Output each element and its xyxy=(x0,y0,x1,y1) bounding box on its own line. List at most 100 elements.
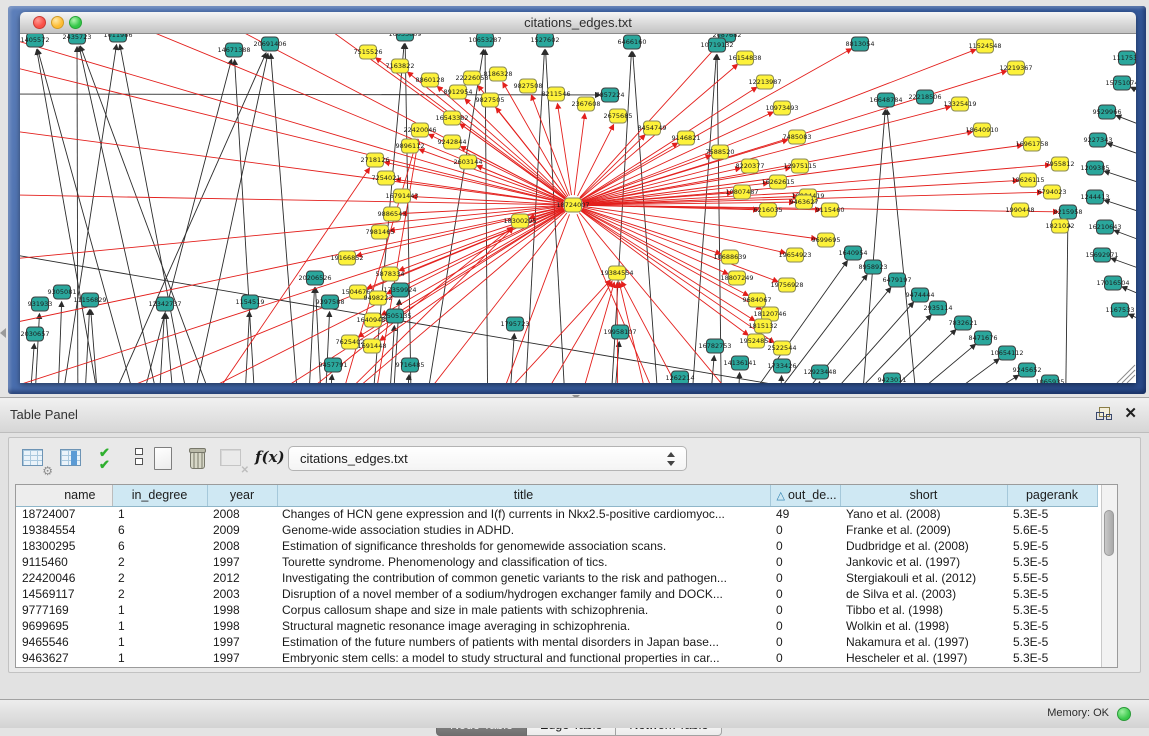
memory-status-indicator[interactable] xyxy=(1117,707,1131,721)
graph-edge[interactable] xyxy=(633,52,662,383)
table-row[interactable]: 1456911722003Disruption of a novel membe… xyxy=(16,586,1097,602)
table-row[interactable]: 2242004622012Investigating the contribut… xyxy=(16,570,1097,586)
column-header-out_de[interactable]: △out_de... xyxy=(770,485,840,506)
graph-edge[interactable] xyxy=(582,49,852,200)
graph-edge[interactable] xyxy=(166,314,178,383)
show-columns-icon[interactable] xyxy=(57,445,87,473)
graph-edge[interactable] xyxy=(419,149,563,201)
table-row[interactable]: 1830029562008Estimation of significance … xyxy=(16,538,1097,554)
graph-edge[interactable] xyxy=(77,47,78,383)
graph-edge[interactable] xyxy=(506,334,514,383)
network-table-selector[interactable]: citations_edges.txt xyxy=(288,446,687,471)
graph-node-label: 5878334 xyxy=(376,270,405,278)
graph-edge[interactable] xyxy=(1116,116,1136,140)
column-header-short[interactable]: short xyxy=(840,485,1007,506)
graph-edge[interactable] xyxy=(580,42,721,197)
table-row[interactable]: 946362711997Embryonic stem cells: a mode… xyxy=(16,650,1097,666)
column-header-name[interactable]: name xyxy=(16,485,112,506)
graph-edge[interactable] xyxy=(582,209,728,274)
column-header-title[interactable]: title xyxy=(277,485,770,506)
table-panel-titlebar[interactable]: Table Panel ✕ xyxy=(0,397,1149,433)
float-panel-icon[interactable] xyxy=(1096,407,1111,421)
graph-node-label: 9684067 xyxy=(743,296,772,304)
graph-edge[interactable] xyxy=(60,34,564,201)
graph-edge[interactable] xyxy=(242,312,249,383)
graph-edge[interactable] xyxy=(26,344,34,383)
graph-edge[interactable] xyxy=(1107,143,1136,168)
graph-edge[interactable] xyxy=(1065,222,1068,383)
graph-node-label: 7163822 xyxy=(386,62,415,70)
network-canvas[interactable]: 1872400775155267163822886012889129542222… xyxy=(20,34,1136,383)
delete-rows-icon[interactable] xyxy=(183,445,213,473)
column-header-in_degree[interactable]: in_degree xyxy=(112,485,207,506)
close-panel-icon[interactable]: ✕ xyxy=(1124,404,1137,424)
table-row[interactable]: 969969511998Structural magnetic resonanc… xyxy=(16,618,1097,634)
graph-edge[interactable] xyxy=(1129,314,1136,338)
graph-node-label: 15692971 xyxy=(1085,251,1118,259)
graph-edge[interactable] xyxy=(450,280,610,383)
graph-edge[interactable] xyxy=(306,288,314,383)
graph-edge[interactable] xyxy=(82,310,89,383)
new-document-icon[interactable] xyxy=(149,445,179,473)
graph-edge[interactable] xyxy=(583,205,820,210)
graph-edge[interactable] xyxy=(816,382,820,383)
network-window[interactable]: citations_edges.txt 18724007751552671638… xyxy=(20,12,1136,383)
table-toolbar: ⚙ ✔✔ ✕ f(x) citation xyxy=(9,438,1140,480)
table-row[interactable]: 1938455462009Genome-wide association stu… xyxy=(16,522,1097,538)
graph-edge[interactable] xyxy=(717,55,722,383)
table-row[interactable]: 911546021997Tourette syndrome. Phenomeno… xyxy=(16,554,1097,570)
graph-node-label: 6216035 xyxy=(754,206,783,214)
graph-edge[interactable] xyxy=(80,46,232,383)
column-header-year[interactable]: year xyxy=(207,485,277,506)
graph-node-label: 2603144 xyxy=(454,158,483,166)
combo-stepper-icon xyxy=(666,451,674,467)
graph-node-label: 12923448 xyxy=(803,368,836,376)
table-row[interactable]: 946554611997Estimation of the future num… xyxy=(16,634,1097,650)
graph-node-label: 9242844 xyxy=(438,138,467,146)
window-titlebar[interactable]: citations_edges.txt xyxy=(20,12,1136,34)
graph-edge[interactable] xyxy=(182,54,268,383)
graph-edge[interactable] xyxy=(887,110,922,383)
graph-edge[interactable] xyxy=(770,302,913,383)
node-table-container: namein_degreeyeartitle△out_de...shortpag… xyxy=(15,484,1118,668)
graph-edge[interactable] xyxy=(581,87,756,199)
graph-node-label: 8215958 xyxy=(1054,208,1083,216)
graph-edge[interactable] xyxy=(20,194,563,205)
graph-node-label: 1154519 xyxy=(236,298,265,306)
graph-edge[interactable] xyxy=(858,110,885,383)
graph-node-label: 20691406 xyxy=(253,40,286,48)
graph-edge[interactable] xyxy=(91,310,102,383)
graph-edge[interactable] xyxy=(778,376,782,383)
graph-node-label: 9305081 xyxy=(48,288,77,296)
window-resize-grip[interactable] xyxy=(1117,365,1135,383)
graph-node-label: 18626115 xyxy=(1011,176,1044,184)
graph-edge[interactable] xyxy=(386,326,394,383)
table-settings-icon[interactable]: ⚙ xyxy=(19,445,49,473)
graph-edge[interactable] xyxy=(402,375,409,383)
graph-node-label: 14671388 xyxy=(217,46,250,54)
graph-node-label: 16210643 xyxy=(1088,223,1121,231)
select-all-columns-icon[interactable]: ✔✔ xyxy=(95,445,125,473)
table-row[interactable]: 1872400712008Changes of HCN gene express… xyxy=(16,506,1097,522)
graph-edge[interactable] xyxy=(271,54,302,383)
graph-node-label: 19756928 xyxy=(770,281,803,289)
graph-edge[interactable] xyxy=(574,114,584,195)
column-header-pagerank[interactable]: pagerank xyxy=(1007,485,1097,506)
graph-edge[interactable] xyxy=(32,314,39,383)
graph-edge[interactable] xyxy=(582,208,720,254)
citation-network-graph[interactable]: 1872400775155267163822886012889129542222… xyxy=(20,34,1136,383)
table-scrollbar[interactable] xyxy=(1101,485,1117,667)
graph-edge[interactable] xyxy=(38,50,150,383)
panel-collapse-arrow-icon[interactable] xyxy=(0,328,6,338)
function-builder-icon[interactable]: f(x) xyxy=(253,445,283,473)
graph-edge[interactable] xyxy=(54,45,116,383)
table-scrollbar-thumb[interactable] xyxy=(1104,510,1114,556)
table-row[interactable]: 977716911998Corpus callosum shape and si… xyxy=(16,602,1097,618)
graph-node-label: 6466160 xyxy=(618,38,647,46)
graph-edge[interactable] xyxy=(20,94,600,95)
graph-edge[interactable] xyxy=(582,143,678,200)
graph-edge[interactable] xyxy=(1131,87,1136,111)
node-table[interactable]: namein_degreeyeartitle△out_de...shortpag… xyxy=(16,485,1098,666)
graph-node-label: 7485083 xyxy=(783,133,812,141)
graph-edge[interactable] xyxy=(688,55,716,383)
